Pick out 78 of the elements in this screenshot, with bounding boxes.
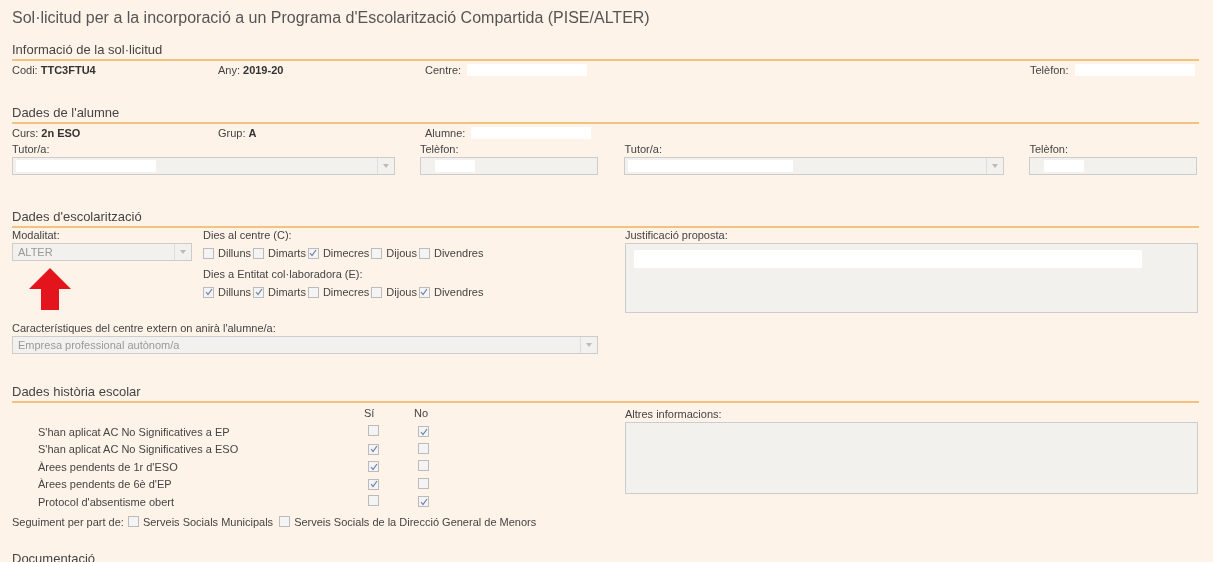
field-label: Grup: bbox=[218, 127, 246, 139]
checkbox[interactable] bbox=[368, 425, 379, 437]
checkbox[interactable] bbox=[203, 247, 214, 259]
checkbox-label: Serveis Socials de la Direcció General de Menors bbox=[294, 515, 537, 528]
checkbox[interactable] bbox=[418, 247, 430, 259]
field-label: Curs: bbox=[12, 127, 39, 139]
field-label: Telèfon: bbox=[1030, 64, 1069, 76]
field-label: Codi: bbox=[12, 64, 38, 76]
centre-type-select[interactable]: Empresa professional autònom/a bbox=[12, 336, 598, 354]
checkbox[interactable] bbox=[368, 461, 379, 473]
question-label: Àrees pendents de 1r d'ESO bbox=[38, 460, 178, 473]
tutor-select[interactable] bbox=[12, 157, 395, 175]
checkbox[interactable] bbox=[307, 286, 319, 298]
question-label: S'han aplicat AC No Significatives a EP bbox=[38, 425, 230, 438]
checkbox[interactable] bbox=[253, 247, 264, 259]
field-label: Centre: bbox=[425, 64, 462, 76]
phone-field[interactable] bbox=[420, 157, 598, 175]
question-label: S'han aplicat AC No Significatives a ESO bbox=[38, 443, 239, 456]
checkbox[interactable] bbox=[371, 286, 383, 298]
checkbox[interactable] bbox=[418, 477, 429, 489]
checkbox-label: Dimarts bbox=[268, 247, 306, 259]
field-value: 2019-20 bbox=[243, 64, 284, 76]
field-label: Altres informacions: bbox=[625, 407, 723, 422]
tutor-select[interactable] bbox=[624, 157, 1005, 175]
checkbox[interactable] bbox=[368, 478, 379, 490]
field-label: Dies a Entitat col·laboradora (E): bbox=[203, 267, 364, 282]
checkbox-label: Dilluns bbox=[218, 286, 251, 298]
other-info-textarea[interactable] bbox=[625, 422, 1198, 494]
checkbox-label: Dijous bbox=[386, 286, 417, 298]
section-heading: Dades de l'alumne bbox=[12, 105, 1199, 124]
phone-field[interactable] bbox=[1029, 157, 1198, 175]
up-arrow-icon bbox=[28, 267, 72, 311]
checkbox[interactable] bbox=[368, 443, 379, 455]
checkbox-label: Divendres bbox=[433, 247, 484, 259]
field-label: Tutor/a: bbox=[624, 142, 663, 157]
checkbox-label: Serveis Socials Municipals bbox=[142, 515, 274, 528]
question-label: Protocol d'absentisme obert bbox=[38, 495, 174, 508]
field-label: Telèfon: bbox=[1029, 142, 1069, 157]
checkbox[interactable] bbox=[371, 247, 383, 259]
checkbox[interactable] bbox=[418, 460, 429, 472]
column-header: Sí bbox=[364, 407, 375, 419]
checkbox-label: Dilluns bbox=[218, 247, 251, 259]
field-label: Característiques del centre extern on anirà l'alumne/a: bbox=[12, 321, 277, 336]
field-value: A bbox=[248, 127, 257, 139]
column-header: No bbox=[414, 407, 429, 419]
checkbox[interactable] bbox=[203, 286, 214, 298]
justification-textarea[interactable] bbox=[625, 243, 1198, 313]
field-label: Seguiment per part de: bbox=[12, 515, 124, 528]
checkbox[interactable] bbox=[418, 496, 429, 508]
checkbox-label: Dijous bbox=[386, 247, 417, 259]
field-label: Dies al centre (C): bbox=[203, 228, 293, 243]
checkbox[interactable] bbox=[307, 247, 319, 259]
checkbox[interactable] bbox=[127, 516, 139, 527]
checkbox[interactable] bbox=[368, 495, 379, 507]
modality-select[interactable]: ALTER bbox=[12, 243, 192, 261]
checkbox[interactable] bbox=[418, 442, 429, 454]
checkbox-label: Divendres bbox=[433, 286, 484, 298]
field-label: Any: bbox=[218, 64, 240, 76]
checkbox[interactable] bbox=[279, 516, 291, 527]
section-heading: Documentació bbox=[12, 550, 97, 562]
field-label: Telèfon: bbox=[420, 142, 460, 157]
question-label: Àrees pendents de 6è d'EP bbox=[38, 478, 172, 491]
checkbox[interactable] bbox=[253, 286, 264, 298]
section-heading: Dades història escolar bbox=[12, 384, 1199, 403]
checkbox-label: Dimarts bbox=[268, 286, 306, 298]
field-label: Alumne: bbox=[425, 127, 466, 139]
field-label: Modalitat: bbox=[12, 228, 61, 243]
page-title: Sol·licitud per a la incorporació a un Programa d'Escolarització Compartida (PISE/ALTER) bbox=[12, 8, 651, 28]
field-label: Justificació proposta: bbox=[625, 228, 729, 243]
field-label: Tutor/a: bbox=[12, 142, 51, 157]
checkbox[interactable] bbox=[418, 426, 429, 438]
section-heading: Informació de la sol·licitud bbox=[12, 42, 1199, 61]
checkbox-label: Dimecres bbox=[322, 247, 370, 259]
field-value: 2n ESO bbox=[41, 127, 81, 139]
checkbox[interactable] bbox=[418, 286, 430, 298]
field-value: TTC3FTU4 bbox=[40, 64, 96, 76]
checkbox-label: Dimecres bbox=[322, 286, 370, 298]
section-heading: Dades d'escolarització bbox=[12, 209, 1199, 228]
